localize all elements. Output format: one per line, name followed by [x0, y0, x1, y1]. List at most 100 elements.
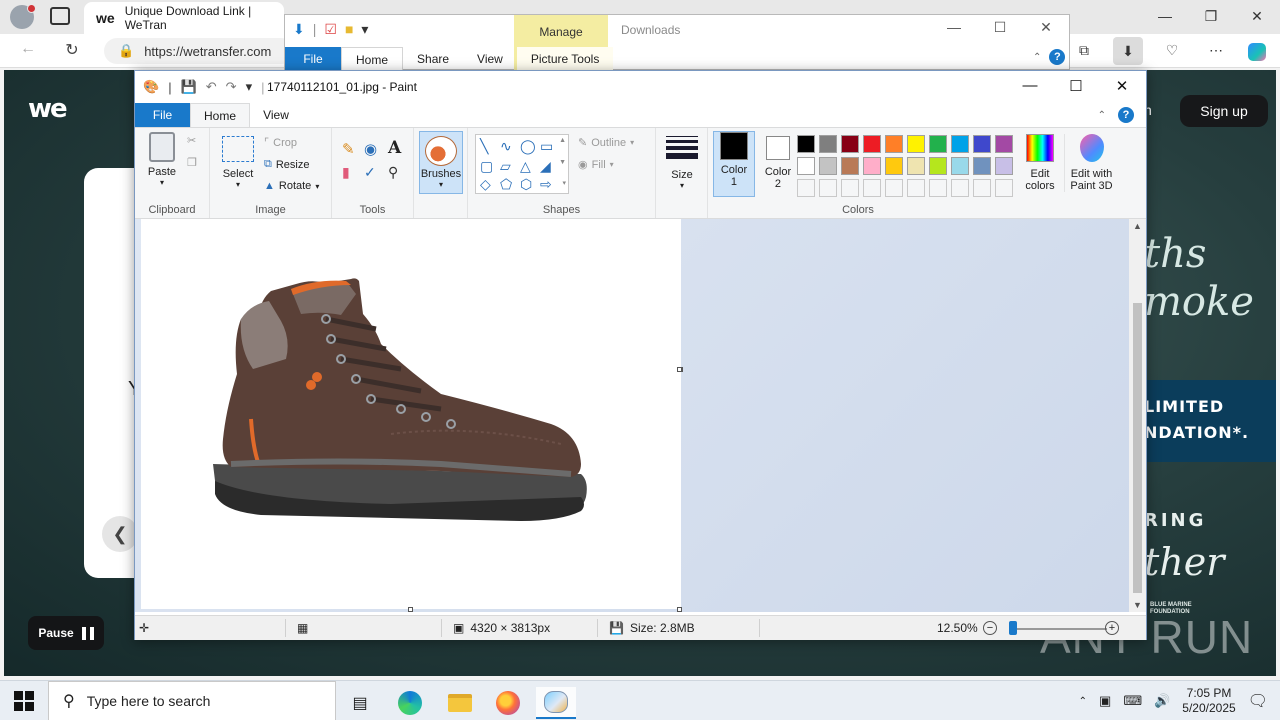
- paint-tab-home[interactable]: Home: [190, 103, 250, 127]
- palette-swatch[interactable]: [995, 135, 1013, 153]
- palette-custom-slot[interactable]: [863, 179, 881, 197]
- palette-swatch[interactable]: [951, 135, 969, 153]
- paint-app-icon[interactable]: 🎨: [143, 79, 159, 95]
- profile-avatar[interactable]: [10, 4, 36, 29]
- palette-custom-slot[interactable]: [973, 179, 991, 197]
- manage-tab[interactable]: Manage: [514, 25, 608, 39]
- help-icon[interactable]: ?: [1049, 49, 1066, 65]
- browser-essentials-icon[interactable]: ♡: [1162, 42, 1182, 60]
- paste-button[interactable]: Paste ▾: [145, 132, 179, 187]
- rotate-button[interactable]: ▲ Rotate ▾: [264, 180, 319, 192]
- pentagon-shape-icon[interactable]: ⬠: [500, 177, 512, 191]
- resize-handle-bottom[interactable]: [408, 607, 413, 612]
- color1-button[interactable]: Color 1: [713, 131, 755, 197]
- hexagon-shape-icon[interactable]: ⬡: [520, 177, 532, 191]
- palette-custom-slot[interactable]: [819, 179, 837, 197]
- palette-swatch[interactable]: [885, 157, 903, 175]
- gallery-expand-icon[interactable]: ▾: [562, 179, 566, 187]
- paint-tab-view[interactable]: View: [253, 103, 299, 127]
- customize-qat-icon[interactable]: ▾: [246, 79, 253, 95]
- pencil-icon[interactable]: ✎: [342, 140, 355, 158]
- palette-swatch[interactable]: [863, 135, 881, 153]
- ribbon-collapse-icon[interactable]: ⌃: [1033, 52, 1041, 63]
- collections-icon[interactable]: ⧉: [1074, 42, 1094, 60]
- right-triangle-shape-icon[interactable]: ◢: [540, 159, 551, 173]
- size-button[interactable]: Size ▾: [666, 136, 698, 190]
- undo-icon[interactable]: ↶: [206, 79, 217, 95]
- palette-custom-slot[interactable]: [841, 179, 859, 197]
- palette-swatch[interactable]: [929, 157, 947, 175]
- color2-button[interactable]: Color 2: [758, 136, 798, 190]
- edit-with-paint3d-button[interactable]: Edit with Paint 3D: [1064, 134, 1118, 192]
- fill-bucket-icon[interactable]: ◉: [364, 140, 377, 158]
- paint-tab-file[interactable]: File: [135, 103, 190, 127]
- palette-swatch[interactable]: [995, 157, 1013, 175]
- help-icon[interactable]: ?: [1118, 107, 1134, 123]
- arrow-shape-icon[interactable]: ⇨: [540, 177, 552, 191]
- copilot-icon[interactable]: [1248, 43, 1266, 61]
- redo-icon[interactable]: ↷: [226, 79, 237, 95]
- copy-icon[interactable]: ❐: [187, 156, 197, 169]
- color-picker-icon[interactable]: ✓: [364, 164, 376, 181]
- palette-swatch[interactable]: [797, 157, 815, 175]
- explorer-tab-home[interactable]: Home: [341, 47, 404, 71]
- resize-handle-right[interactable]: [677, 367, 682, 372]
- palette-swatch[interactable]: [841, 157, 859, 175]
- palette-swatch[interactable]: [819, 135, 837, 153]
- explorer-tab-share[interactable]: Share: [403, 47, 463, 71]
- zoom-out-button[interactable]: −: [983, 621, 997, 635]
- download-arrow-icon[interactable]: ⬇: [293, 21, 305, 38]
- browser-close-button[interactable]: ✕: [1234, 0, 1280, 32]
- rounded-rectangle-shape-icon[interactable]: ▢: [480, 159, 493, 173]
- volume-icon[interactable]: 🔊: [1154, 693, 1170, 709]
- palette-swatch[interactable]: [929, 135, 947, 153]
- palette-custom-slot[interactable]: [885, 179, 903, 197]
- wetransfer-logo[interactable]: we: [28, 94, 68, 124]
- palette-swatch[interactable]: [907, 135, 925, 153]
- explorer-tab-view[interactable]: View: [463, 47, 517, 71]
- file-explorer-taskbar-icon[interactable]: [440, 687, 480, 719]
- tray-app-icon[interactable]: ▣: [1099, 693, 1111, 709]
- paint-taskbar-icon[interactable]: [536, 687, 576, 719]
- firefox-taskbar-icon[interactable]: [488, 687, 528, 719]
- browser-restore-button[interactable]: ❐: [1188, 0, 1234, 32]
- zoom-in-button[interactable]: +: [1105, 621, 1119, 635]
- more-menu-icon[interactable]: ⋯: [1206, 42, 1226, 60]
- palette-swatch[interactable]: [951, 157, 969, 175]
- signup-button[interactable]: Sign up: [1180, 95, 1268, 127]
- taskbar-search-box[interactable]: ⚲ Type here to search: [48, 681, 336, 720]
- properties-icon[interactable]: ☑: [324, 21, 337, 38]
- notifications-icon[interactable]: 🗨: [1248, 691, 1268, 711]
- vertical-scrollbar[interactable]: ▲ ▼: [1129, 219, 1146, 612]
- edit-colors-button[interactable]: Edit colors: [1020, 134, 1060, 192]
- polygon-shape-icon[interactable]: ▱: [500, 159, 511, 173]
- tray-overflow-chevron-icon[interactable]: ⌃: [1079, 696, 1087, 707]
- resize-handle-corner[interactable]: [677, 607, 682, 612]
- fill-button[interactable]: ◉ Fill ▾: [578, 158, 614, 172]
- paint-minimize-button[interactable]: —: [1007, 77, 1053, 94]
- explorer-maximize-button[interactable]: ☐: [977, 19, 1023, 36]
- paint-maximize-button[interactable]: ☐: [1053, 77, 1099, 95]
- network-icon[interactable]: ⌨: [1123, 693, 1142, 709]
- carousel-prev-button[interactable]: ❮: [102, 516, 138, 552]
- pause-button[interactable]: Pause: [28, 616, 104, 650]
- canvas-area[interactable]: [135, 219, 1129, 612]
- outline-button[interactable]: ✎ Outline ▾: [578, 136, 634, 150]
- tab-actions-icon[interactable]: [50, 7, 70, 25]
- select-button[interactable]: Select ▾: [220, 136, 256, 189]
- palette-swatch[interactable]: [973, 135, 991, 153]
- palette-swatch[interactable]: [841, 135, 859, 153]
- scroll-thumb[interactable]: [1133, 303, 1142, 593]
- zoom-slider-track[interactable]: [1011, 628, 1107, 630]
- explorer-tab-file[interactable]: File: [285, 47, 341, 71]
- qat-dropdown-icon[interactable]: ▾: [361, 21, 368, 38]
- rectangle-shape-icon[interactable]: ▭: [540, 139, 553, 153]
- palette-custom-slot[interactable]: [797, 179, 815, 197]
- url-field[interactable]: 🔒 https://wetransfer.com: [104, 38, 294, 64]
- palette-swatch[interactable]: [973, 157, 991, 175]
- palette-swatch[interactable]: [885, 135, 903, 153]
- taskbar-clock[interactable]: 7:05 PM 5/20/2025: [1182, 686, 1235, 716]
- explorer-tab-picture-tools[interactable]: Picture Tools: [516, 47, 614, 71]
- new-folder-icon[interactable]: ■: [345, 21, 353, 38]
- palette-swatch[interactable]: [819, 157, 837, 175]
